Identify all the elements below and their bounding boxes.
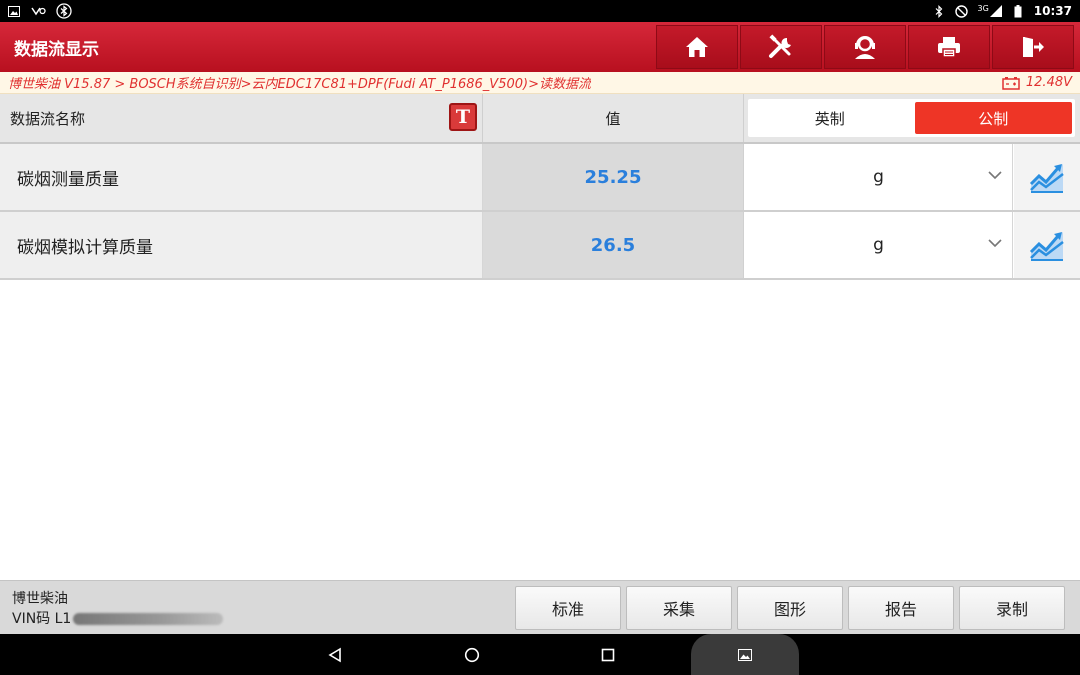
vin-label: VIN码 L1	[12, 611, 72, 627]
unit-label: g	[873, 235, 884, 255]
vin-row: VIN码 L1	[12, 609, 224, 629]
exit-icon	[1023, 37, 1044, 57]
screenshot-button[interactable]	[691, 634, 799, 675]
trend-chart-icon	[1029, 232, 1064, 261]
status-bar: 3G 10:37	[0, 0, 1080, 22]
standard-button[interactable]: 标准	[515, 586, 621, 630]
bluetooth-icon	[933, 4, 945, 18]
screenshot-image-icon	[738, 648, 752, 661]
image-icon	[8, 4, 20, 18]
table-row[interactable]: 碳烟测量质量 25.25 g	[0, 144, 1080, 212]
remote-support-button[interactable]	[824, 25, 906, 69]
capture-button[interactable]: 采集	[626, 586, 732, 630]
home-icon	[686, 37, 708, 57]
breadcrumb-path: 博世柴油 V15.87 > BOSCH系统自识别>云内EDC17C81+DPF(…	[8, 77, 591, 92]
home-button[interactable]	[656, 25, 738, 69]
home-circle-icon	[464, 647, 480, 663]
battery-voltage-icon	[1002, 76, 1020, 90]
voltage-value: 12.48V	[1025, 75, 1072, 90]
exit-button[interactable]	[992, 25, 1074, 69]
clock: 10:37	[1033, 4, 1072, 18]
metric-button[interactable]: 公制	[914, 102, 1072, 134]
report-button[interactable]: 报告	[848, 586, 954, 630]
chevron-down-icon	[988, 239, 1002, 248]
voicemail-icon	[30, 4, 46, 18]
back-button[interactable]	[322, 642, 348, 668]
navigation-bar	[0, 634, 1080, 675]
table-row[interactable]: 碳烟模拟计算质量 26.5 g	[0, 212, 1080, 280]
vin-redacted	[73, 613, 224, 625]
imperial-button[interactable]: 英制	[751, 102, 909, 134]
vehicle-name: 博世柴油	[12, 591, 68, 607]
recents-square-icon	[601, 648, 615, 662]
do-not-disturb-icon	[954, 4, 968, 18]
toolbar	[656, 25, 1074, 69]
battery-icon	[1012, 4, 1024, 18]
voltage-indicator: 12.48V	[1002, 75, 1072, 90]
parameter-value: 26.5	[483, 212, 744, 278]
parameter-name: 碳烟测量质量	[0, 144, 483, 210]
print-icon	[938, 37, 960, 58]
text-size-button[interactable]: T	[449, 103, 477, 131]
network-type: 3G	[977, 4, 989, 13]
diagnostic-tools-button[interactable]	[740, 25, 822, 69]
text-t-icon: T	[455, 106, 471, 128]
print-button[interactable]	[908, 25, 990, 69]
parameter-name: 碳烟模拟计算质量	[0, 212, 483, 278]
diagnostic-tools-icon	[769, 34, 791, 58]
home-nav-button[interactable]	[459, 642, 485, 668]
record-button[interactable]: 录制	[959, 586, 1065, 630]
page-title: 数据流显示	[14, 39, 99, 60]
vehicle-info: 博世柴油 VIN码 L1	[12, 589, 224, 629]
unit-system-toggle: 英制 公制	[748, 99, 1075, 137]
trend-chart-icon	[1029, 164, 1064, 193]
column-header-name: 数据流名称	[0, 94, 483, 142]
remote-support-icon	[855, 36, 875, 59]
breadcrumb: 博世柴油 V15.87 > BOSCH系统自识别>云内EDC17C81+DPF(…	[0, 72, 1080, 94]
graph-button[interactable]	[1014, 144, 1080, 210]
signal-icon: 3G	[978, 4, 1002, 18]
parameter-value: 25.25	[483, 144, 744, 210]
unit-label: g	[873, 167, 884, 187]
graph-button[interactable]	[1014, 212, 1080, 278]
title-bar: 数据流显示	[0, 22, 1080, 72]
unit-select[interactable]: g	[745, 144, 1013, 210]
graph-view-button[interactable]: 图形	[737, 586, 843, 630]
chevron-down-icon	[988, 171, 1002, 180]
unit-select[interactable]: g	[745, 212, 1013, 278]
table-header: 数据流名称 T 值 英制 公制	[0, 94, 1080, 144]
app-window: 3G 10:37 数据流显示 博世柴油 V15.87 > BOSCH系统自识别>…	[0, 0, 1080, 675]
column-header-value: 值	[483, 94, 744, 142]
back-triangle-icon	[328, 647, 341, 663]
recents-button[interactable]	[595, 642, 621, 668]
bottom-bar: 博世柴油 VIN码 L1 标准 采集 图形 报告 录制	[0, 580, 1080, 634]
bluetooth-circle-icon	[56, 3, 72, 19]
